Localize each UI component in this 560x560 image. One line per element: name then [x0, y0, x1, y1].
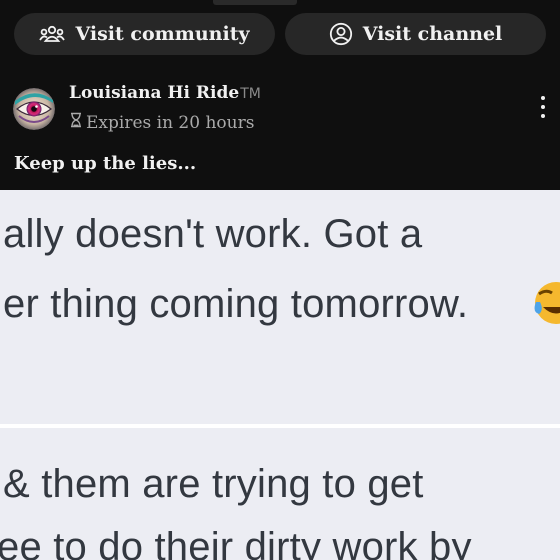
channel-avatar[interactable]	[13, 88, 55, 130]
expiry-text: Expires in 20 hours	[86, 112, 255, 133]
visit-channel-label: Visit channel	[362, 23, 503, 45]
post-header: Louisiana Hi RideTM Expires in 20 hours …	[0, 80, 560, 190]
message-line: ally doesn't work. Got a	[3, 212, 423, 256]
message-line: ee to do their dirty work by	[0, 525, 472, 560]
hourglass-icon	[69, 112, 83, 133]
community-post-screen: Visit community Visit channel Louisiana …	[0, 0, 560, 560]
post-caption: Keep up the lies...	[14, 153, 197, 174]
account-circle-icon	[329, 22, 353, 46]
author-name[interactable]: Louisiana Hi RideTM	[69, 83, 261, 103]
message-line: & them are trying to get	[3, 462, 424, 506]
drag-handle[interactable]	[213, 0, 297, 5]
visit-channel-button[interactable]: Visit channel	[285, 13, 546, 55]
visit-community-button[interactable]: Visit community	[14, 13, 275, 55]
more-vertical-icon[interactable]	[536, 96, 550, 118]
visit-community-label: Visit community	[75, 23, 250, 45]
laughing-crying-emoji	[533, 280, 560, 326]
expiry-info: Expires in 20 hours	[69, 112, 254, 133]
message-line: er thing coming tomorrow.	[3, 282, 469, 326]
post-image[interactable]: ally doesn't work. Got a er thing coming…	[0, 190, 560, 560]
community-icon	[39, 24, 66, 44]
message-divider	[0, 424, 560, 428]
trademark-mark: TM	[240, 86, 261, 102]
